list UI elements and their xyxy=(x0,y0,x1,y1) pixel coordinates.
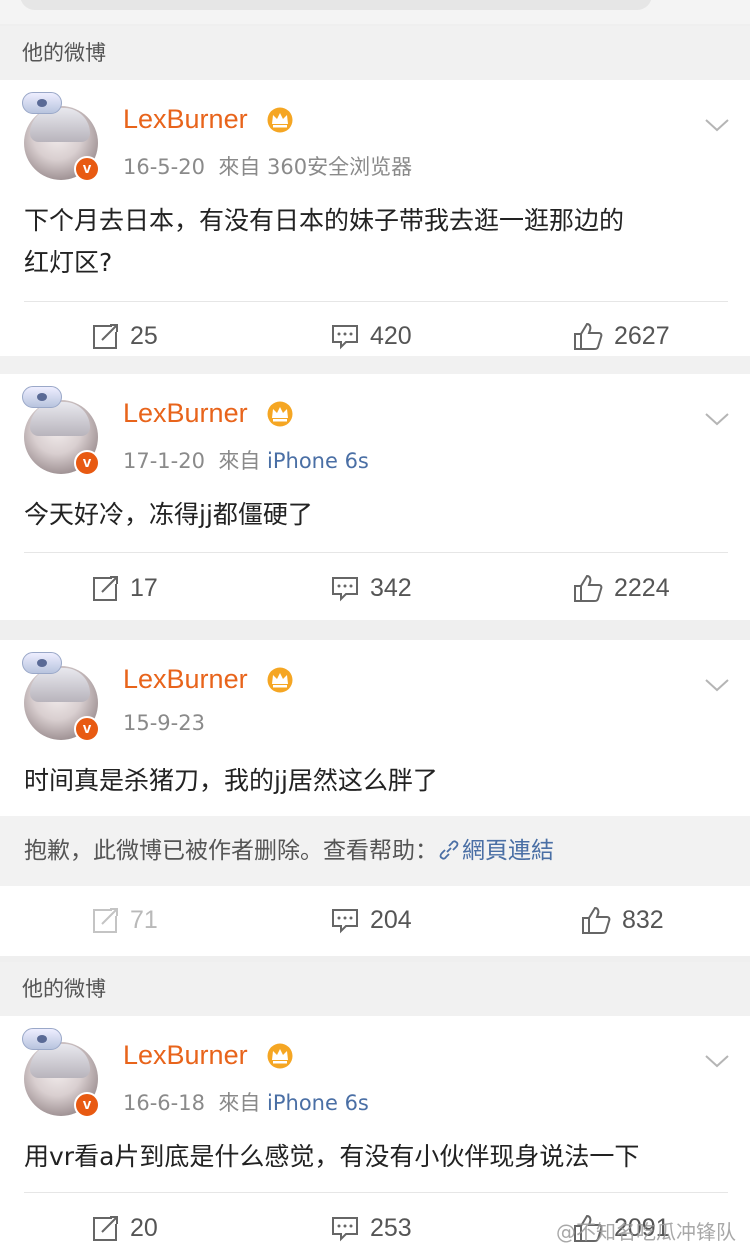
post-date: 16-6-18 xyxy=(123,1091,205,1115)
like-count: 2224 xyxy=(614,573,670,602)
like-icon xyxy=(574,574,603,602)
deleted-notice-text: 抱歉，此微博已被作者删除。查看帮助： xyxy=(24,838,438,864)
repost-button[interactable]: 25 xyxy=(90,318,158,354)
comment-icon xyxy=(332,325,358,350)
chevron-down-icon[interactable] xyxy=(704,1053,730,1069)
repost-count: 20 xyxy=(130,1213,158,1242)
post-source[interactable]: iPhone 6s xyxy=(267,1091,369,1115)
mascot-icon xyxy=(22,386,62,408)
repost-count: 71 xyxy=(130,905,158,934)
source-prefix: 來自 xyxy=(218,1091,261,1115)
link-icon xyxy=(439,840,459,860)
crown-icon xyxy=(267,107,293,133)
post-card[interactable]: v LexBurner 17-1-20 來自 iPhone 6s 今天好冷，冻得… xyxy=(0,374,750,620)
like-icon xyxy=(574,322,603,350)
card-gap xyxy=(0,620,750,640)
repost-count: 25 xyxy=(130,321,158,350)
comment-button[interactable]: 420 xyxy=(330,318,412,354)
mascot-icon xyxy=(22,1028,62,1050)
source-prefix: 來自 xyxy=(218,155,261,179)
deleted-notice: 抱歉，此微博已被作者删除。查看帮助： 網頁連結 xyxy=(0,816,750,886)
like-button[interactable]: 2224 xyxy=(572,570,670,606)
divider xyxy=(24,1192,728,1193)
section-label: 他的微博 xyxy=(0,26,750,80)
like-icon xyxy=(582,906,611,934)
post-text: 时间真是杀猪刀，我的jj居然这么胖了 xyxy=(24,760,734,802)
mascot-icon xyxy=(22,652,62,674)
repost-count: 17 xyxy=(130,573,158,602)
comment-button[interactable]: 253 xyxy=(330,1210,412,1246)
help-link[interactable]: 網頁連結 xyxy=(438,838,554,864)
post-text-line: 用vr看a片到底是什么感觉，有没有小伙伴现身说法一下 xyxy=(24,1142,640,1171)
repost-icon xyxy=(93,1216,118,1241)
post-text: 今天好冷，冻得jj都僵硬了 xyxy=(24,494,734,536)
username[interactable]: LexBurner xyxy=(123,398,248,429)
post-text-line: 红灯区? xyxy=(24,248,113,277)
comment-button[interactable]: 342 xyxy=(330,570,412,606)
watermark: @不知名吃瓜冲锋队 xyxy=(556,1220,736,1244)
post-date: 15-9-23 xyxy=(123,711,205,735)
like-count: 2627 xyxy=(614,321,670,350)
post-date: 16-5-20 xyxy=(123,155,205,179)
chevron-down-icon[interactable] xyxy=(704,411,730,427)
comment-count: 420 xyxy=(370,321,412,350)
verified-v-icon: v xyxy=(74,450,100,476)
repost-button[interactable]: 20 xyxy=(90,1210,158,1246)
post-text: 下个月去日本，有没有日本的妹子带我去逛一逛那边的 红灯区? xyxy=(24,200,734,284)
help-link-label: 網頁連結 xyxy=(462,838,554,864)
crown-icon xyxy=(267,1043,293,1069)
post-meta: 15-9-23 xyxy=(123,711,205,735)
post-card[interactable]: v LexBurner 15-9-23 时间真是杀猪刀，我的jj居然这么胖了 抱… xyxy=(0,640,750,956)
comment-icon xyxy=(332,577,358,602)
post-text: 用vr看a片到底是什么感觉，有没有小伙伴现身说法一下 xyxy=(24,1136,734,1178)
repost-icon xyxy=(93,324,118,349)
post-text-line: 今天好冷，冻得jj都僵硬了 xyxy=(24,500,313,529)
comment-icon xyxy=(332,1217,358,1242)
verified-v-icon: v xyxy=(74,156,100,182)
crown-icon xyxy=(267,401,293,427)
repost-button[interactable]: 71 xyxy=(90,902,158,938)
source-prefix: 來自 xyxy=(218,449,261,473)
post-date: 17-1-20 xyxy=(123,449,205,473)
avatar[interactable]: v xyxy=(22,652,102,742)
post-meta: 16-6-18 來自 iPhone 6s xyxy=(123,1087,369,1117)
mascot-icon xyxy=(22,92,62,114)
like-button[interactable]: 832 xyxy=(580,902,664,938)
post-source[interactable]: iPhone 6s xyxy=(267,449,369,473)
post-meta: 16-5-20 來自 360安全浏览器 xyxy=(123,151,412,181)
section-label: 他的微博 xyxy=(0,962,750,1016)
verified-v-icon: v xyxy=(74,1092,100,1118)
username[interactable]: LexBurner xyxy=(123,104,248,135)
search-bar-edge[interactable] xyxy=(20,0,652,10)
like-button[interactable]: 2627 xyxy=(572,318,670,354)
comment-count: 204 xyxy=(370,905,412,934)
repost-button[interactable]: 17 xyxy=(90,570,158,606)
verified-v-icon: v xyxy=(74,716,100,742)
divider xyxy=(24,552,728,553)
like-count: 832 xyxy=(622,905,664,934)
card-gap xyxy=(0,356,750,374)
post-meta: 17-1-20 來自 iPhone 6s xyxy=(123,445,369,475)
chevron-down-icon[interactable] xyxy=(704,677,730,693)
repost-icon xyxy=(93,576,118,601)
avatar[interactable]: v xyxy=(22,386,102,476)
comment-icon xyxy=(332,909,358,934)
repost-icon xyxy=(93,908,118,933)
comment-button[interactable]: 204 xyxy=(330,902,412,938)
avatar[interactable]: v xyxy=(22,92,102,182)
post-text-line: 下个月去日本，有没有日本的妹子带我去逛一逛那边的 xyxy=(24,206,625,235)
post-source: 360安全浏览器 xyxy=(267,155,413,179)
chevron-down-icon[interactable] xyxy=(704,117,730,133)
top-search-strip xyxy=(0,0,750,24)
comment-count: 253 xyxy=(370,1213,412,1242)
divider xyxy=(24,301,728,302)
crown-icon xyxy=(267,667,293,693)
username[interactable]: LexBurner xyxy=(123,664,248,695)
post-card[interactable]: v LexBurner 16-5-20 來自 360安全浏览器 下个月去日本，有… xyxy=(0,80,750,356)
post-text-line: 时间真是杀猪刀，我的jj居然这么胖了 xyxy=(24,766,438,795)
avatar[interactable]: v xyxy=(22,1028,102,1118)
username[interactable]: LexBurner xyxy=(123,1040,248,1071)
comment-count: 342 xyxy=(370,573,412,602)
